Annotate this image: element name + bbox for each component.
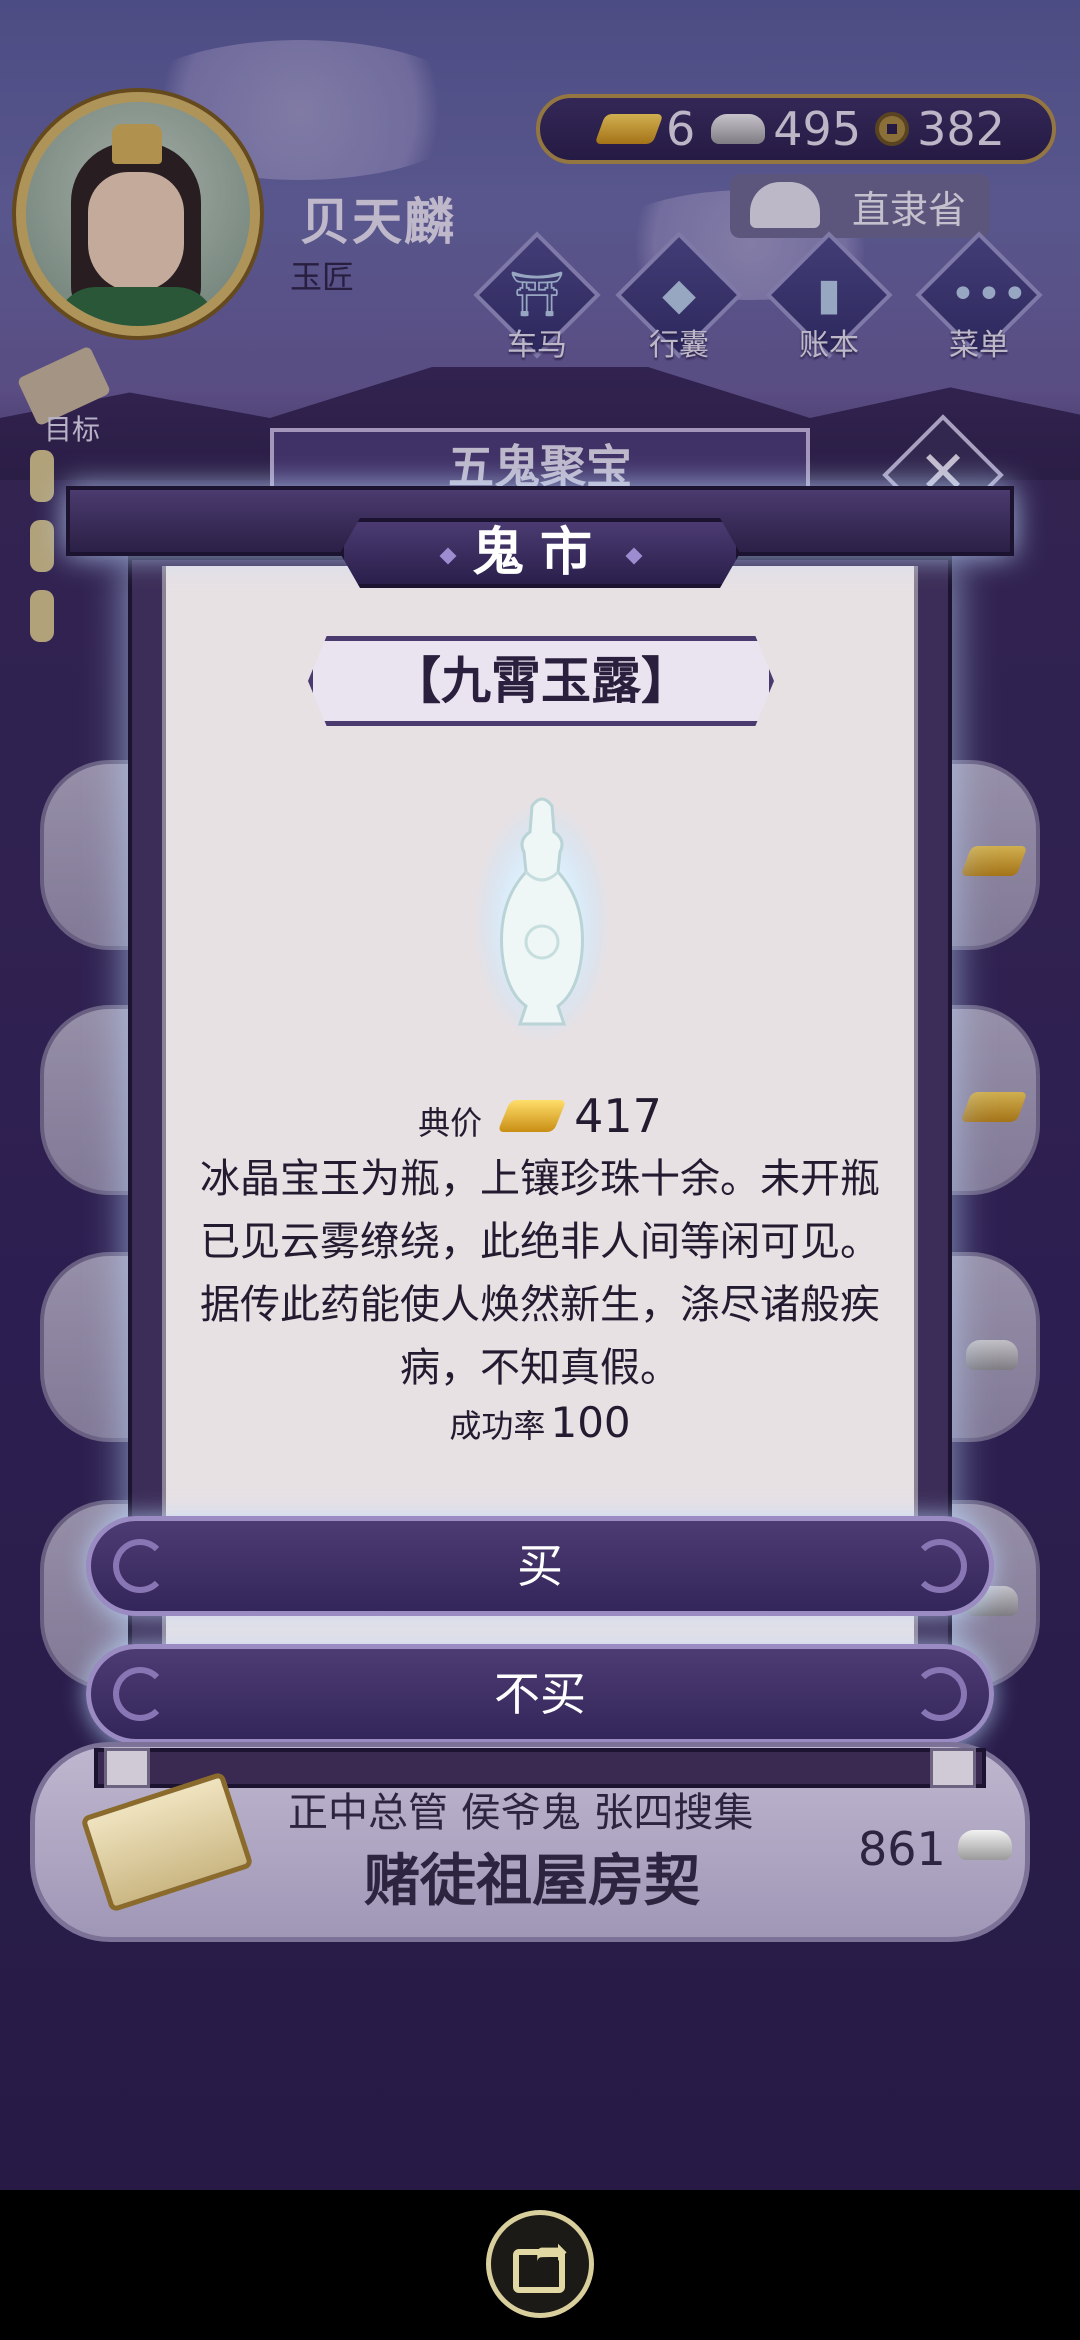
buy-label: 买: [517, 1539, 563, 1593]
buy-button[interactable]: 买: [86, 1516, 994, 1616]
share-button[interactable]: ➦: [486, 2210, 594, 2318]
cloud-ornament-icon: [113, 1667, 167, 1721]
cloud-ornament-icon: [913, 1539, 967, 1593]
decline-button[interactable]: 不买: [86, 1644, 994, 1744]
list-item-title: 赌徒祖屋房契: [364, 1849, 700, 1914]
price-label: 典价: [418, 1104, 483, 1142]
success-rate-row: 成功率 100: [162, 1398, 918, 1447]
cloud-ornament-icon: [113, 1539, 167, 1593]
silver-ingot-icon: [958, 1830, 1012, 1860]
cloud-ornament-icon: [913, 1667, 967, 1721]
list-item-price: 861: [858, 1822, 946, 1876]
price-row: 典价 417: [162, 1088, 918, 1144]
success-rate-label: 成功率: [449, 1407, 546, 1445]
gold-ingot-icon: [497, 1100, 567, 1132]
jade-vase-icon: [474, 797, 610, 1042]
success-rate-value: 100: [550, 1398, 631, 1447]
scroll-rod-knob: [104, 1748, 150, 1788]
item-name: 【九霄玉露】: [308, 636, 774, 726]
modal-title: 鬼市: [340, 518, 740, 588]
decline-label: 不买: [494, 1667, 586, 1721]
list-item-subtitle: 正中总管 侯爷鬼 张四搜集: [288, 1790, 754, 1836]
share-icon: ➦: [535, 2229, 569, 2275]
price-value: 417: [574, 1089, 662, 1143]
item-description: 冰晶宝玉为瓶，上镶珍珠十余。未开瓶已见云雾缭绕，此绝非人间等闲可见。据传此药能使…: [200, 1156, 880, 1391]
scroll-rod-knob: [930, 1748, 976, 1788]
